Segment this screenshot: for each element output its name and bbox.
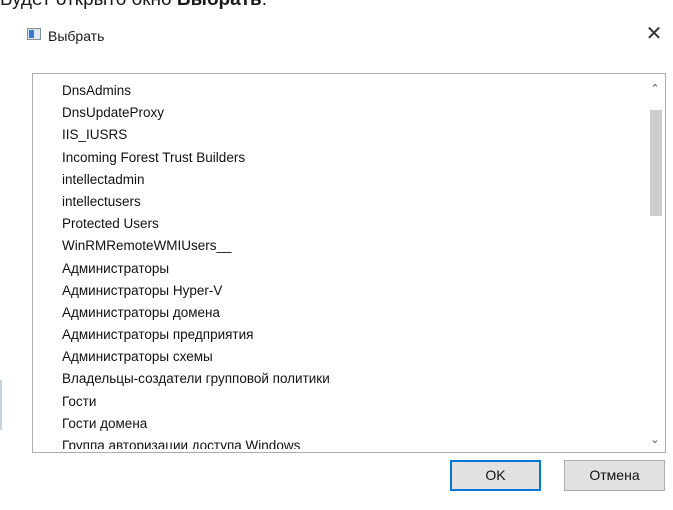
list-item[interactable]: intellectusers [33, 191, 645, 213]
list-item[interactable]: DnsUpdateProxy [33, 102, 645, 124]
dialog-title: Выбрать [48, 28, 105, 44]
group-list: DnsAdmins DnsUpdateProxy IIS_IUSRS Incoming… [33, 80, 645, 449]
list-item[interactable]: Администраторы [33, 258, 645, 280]
select-dialog: Выбрать ✕ DnsAdmins DnsUpdateProxy IIS_IUS… [8, 10, 673, 510]
caption-prefix: Будет открыто окно [0, 0, 177, 10]
list-item[interactable]: Гости [33, 391, 645, 413]
list-item[interactable]: Группа авторизации доступа Windows [33, 435, 645, 449]
list-item[interactable]: Администраторы Hyper-V [33, 280, 645, 302]
cancel-button[interactable]: Отмена [564, 460, 665, 491]
title-bar[interactable]: Выбрать ✕ [8, 10, 673, 54]
group-listbox[interactable]: DnsAdmins DnsUpdateProxy IIS_IUSRS Incoming… [32, 73, 666, 453]
ok-button[interactable]: OK [450, 460, 541, 491]
list-item[interactable]: DnsAdmins [33, 80, 645, 102]
list-item[interactable]: Администраторы предприятия [33, 324, 645, 346]
scroll-down-icon[interactable]: ⌄ [645, 431, 665, 449]
page-edge-divider [0, 380, 2, 430]
scroll-thumb[interactable] [650, 110, 662, 216]
list-item[interactable]: intellectadmin [33, 169, 645, 191]
caption-bold: Выбрать [177, 0, 262, 10]
list-item[interactable]: IIS_IUSRS [33, 124, 645, 146]
list-item[interactable]: Администраторы домена [33, 302, 645, 324]
list-item[interactable]: Protected Users [33, 213, 645, 235]
list-item[interactable]: Incoming Forest Trust Builders [33, 147, 645, 169]
vertical-scrollbar[interactable]: ⌃ ⌄ [645, 74, 665, 452]
list-item[interactable]: WinRMRemoteWMIUsers__ [33, 235, 645, 257]
caption-suffix: . [262, 0, 267, 10]
list-item[interactable]: Администраторы схемы [33, 346, 645, 368]
window-icon [27, 28, 41, 40]
scroll-up-icon[interactable]: ⌃ [645, 80, 665, 98]
close-button[interactable]: ✕ [634, 18, 673, 50]
list-item[interactable]: Владельцы-создатели групповой политики [33, 368, 645, 390]
list-item[interactable]: Гости домена [33, 413, 645, 435]
